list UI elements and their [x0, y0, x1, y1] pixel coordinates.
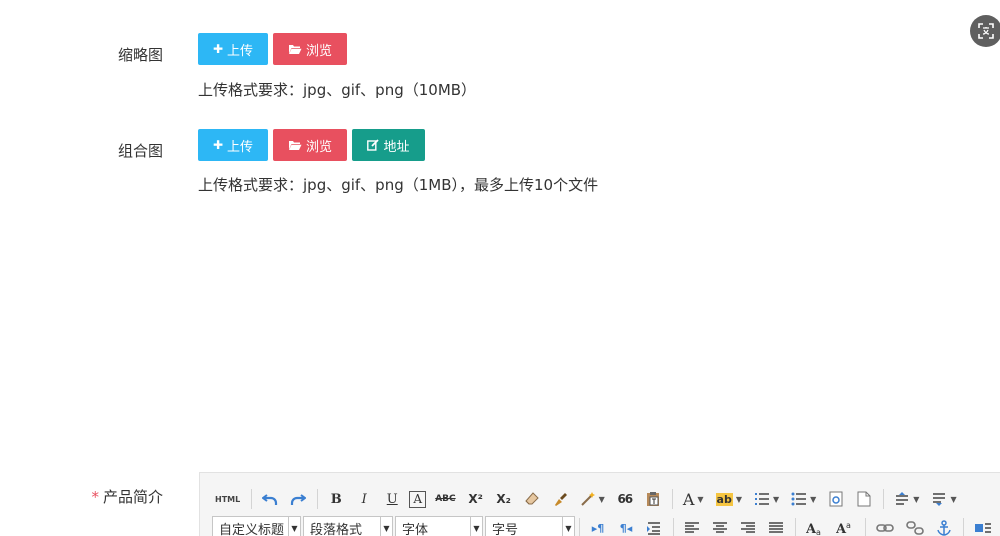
chevron-down-icon: ▼: [772, 494, 780, 504]
gallery-browse-button[interactable]: 浏览: [273, 129, 347, 161]
chevron-down-icon: ▼: [950, 494, 957, 504]
image-float-icon[interactable]: [971, 517, 995, 536]
subscript-button[interactable]: X₂: [493, 488, 515, 510]
highlight-color-button[interactable]: ab ▼: [713, 488, 745, 510]
unordered-list-icon[interactable]: ▼: [788, 488, 819, 510]
plus-icon: ✚: [212, 42, 224, 56]
gallery-label: 组合图: [117, 142, 163, 160]
text-box-icon[interactable]: [825, 488, 847, 510]
bold-button[interactable]: B: [325, 488, 347, 510]
font-color-button[interactable]: A ▼: [680, 488, 707, 510]
chevron-down-icon: ▼: [470, 517, 482, 536]
highlight-label: ab: [715, 492, 733, 506]
font-family-value: 字体: [402, 522, 429, 536]
paragraph-format-select[interactable]: 段落格式 ▼: [303, 516, 393, 536]
direction-rtl-button[interactable]: ¶◂: [615, 517, 637, 536]
indent-icon[interactable]: [643, 517, 665, 536]
toolbar-divider: [865, 518, 866, 536]
custom-title-value: 自定义标题: [219, 522, 285, 536]
blockquote-button[interactable]: 66: [614, 488, 636, 510]
chevron-down-icon: ▼: [810, 494, 817, 504]
uppercase-icon[interactable]: Aa: [803, 517, 827, 536]
anchor-icon[interactable]: [933, 517, 955, 536]
svg-text:a: a: [816, 528, 821, 536]
chevron-down-icon: ▼: [380, 517, 392, 536]
font-color-label: A: [682, 489, 695, 509]
upload-button-label: 上传: [227, 139, 254, 155]
format-brush-icon[interactable]: [549, 488, 571, 510]
chevron-down-icon: ▼: [288, 517, 300, 536]
description-label: * 产品简介: [63, 486, 163, 507]
auto-format-icon[interactable]: ▼: [577, 488, 608, 510]
address-button-label: 地址: [383, 139, 410, 155]
strikethrough-button[interactable]: ABC: [432, 488, 458, 510]
browse-button-label: 浏览: [305, 139, 332, 155]
folder-open-icon: [288, 140, 302, 151]
editor-toolbar-row1: HTML B I U A ABC X² X₂ ▼ 66 A ▼ ab ▼ ▼ ▼…: [212, 486, 966, 512]
thumbnail-browse-button[interactable]: 浏览: [273, 33, 347, 65]
font-family-select[interactable]: 字体 ▼: [395, 516, 483, 536]
gallery-format-hint: 上传格式要求：jpg、gif、png（1MB），最多上传10个文件: [198, 176, 599, 194]
toolbar-divider: [317, 489, 319, 509]
ordered-list-icon[interactable]: ▼: [751, 488, 782, 510]
toolbar-divider: [883, 489, 885, 509]
superscript-button[interactable]: X²: [465, 488, 487, 510]
font-border-button[interactable]: A: [409, 490, 427, 508]
thumbnail-upload-button[interactable]: ✚ 上传: [198, 33, 268, 65]
direction-ltr-button[interactable]: ▸¶: [587, 517, 609, 536]
toolbar-divider: [673, 518, 674, 536]
italic-button[interactable]: I: [353, 488, 375, 510]
browse-button-label: 浏览: [305, 43, 332, 59]
link-icon[interactable]: [873, 517, 897, 536]
editor-toolbar-row2: 自定义标题 ▼ 段落格式 ▼ 字体 ▼ 字号 ▼ ▸¶ ¶◂ A a A a: [212, 515, 1000, 536]
font-size-value: 字号: [492, 522, 519, 536]
toolbar-divider: [671, 489, 673, 509]
edit-icon: [367, 139, 380, 151]
toolbar-divider: [963, 518, 964, 536]
thumbnail-format-hint: 上传格式要求：jpg、gif、png（10MB）: [198, 81, 477, 99]
thumbnail-label: 缩略图: [117, 46, 163, 64]
gallery-upload-button[interactable]: ✚ 上传: [198, 129, 268, 161]
rich-text-editor[interactable]: HTML B I U A ABC X² X₂ ▼ 66 A ▼ ab ▼ ▼ ▼…: [199, 472, 1000, 536]
font-size-select[interactable]: 字号 ▼: [485, 516, 575, 536]
upload-button-label: 上传: [227, 43, 254, 59]
underline-button[interactable]: U: [381, 488, 403, 510]
toolbar-divider: [251, 489, 253, 509]
folder-open-icon: [288, 44, 302, 55]
toolbar-divider: [795, 518, 796, 536]
required-mark: *: [91, 488, 99, 506]
html-source-button[interactable]: HTML: [212, 488, 243, 510]
align-justify-icon[interactable]: [765, 517, 787, 536]
custom-title-select[interactable]: 自定义标题 ▼: [212, 516, 301, 536]
svg-text:a: a: [846, 521, 851, 530]
paragraph-format-value: 段落格式: [310, 522, 363, 536]
row-spacing-top-icon[interactable]: ▼: [891, 488, 922, 510]
chevron-down-icon: ▼: [735, 494, 742, 504]
redo-icon[interactable]: [287, 488, 309, 510]
align-right-icon[interactable]: [737, 517, 759, 536]
toolbar-divider: [579, 518, 580, 536]
row-spacing-bottom-icon[interactable]: ▼: [928, 488, 959, 510]
plus-icon: ✚: [212, 138, 224, 152]
paste-plain-icon[interactable]: [642, 488, 664, 510]
chevron-down-icon: ▼: [697, 494, 704, 504]
description-label-text: 产品简介: [102, 488, 163, 506]
floating-translate-button[interactable]: [970, 15, 1000, 47]
chevron-down-icon: ▼: [913, 494, 920, 504]
align-left-icon[interactable]: [681, 517, 703, 536]
unlink-icon[interactable]: [903, 517, 927, 536]
chevron-down-icon: ▼: [598, 494, 605, 504]
lowercase-icon[interactable]: Aa: [833, 517, 857, 536]
new-document-icon[interactable]: [853, 488, 875, 510]
chevron-down-icon: ▼: [562, 517, 574, 536]
translate-icon: [978, 23, 994, 39]
align-center-icon[interactable]: [709, 517, 731, 536]
eraser-icon[interactable]: [521, 488, 543, 510]
undo-icon[interactable]: [259, 488, 281, 510]
gallery-address-button[interactable]: 地址: [352, 129, 425, 161]
